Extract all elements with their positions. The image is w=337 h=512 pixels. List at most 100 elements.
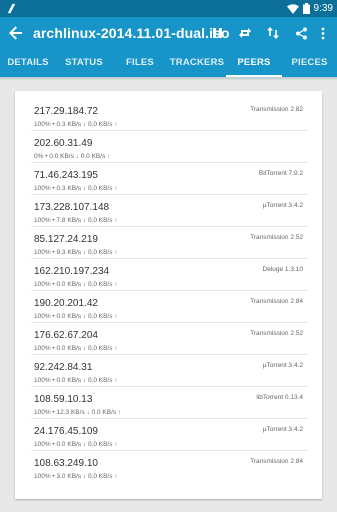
- peer-row[interactable]: 162.210.197.234 100% • 0.0 KB/s ↓ 0.0 KB…: [31, 259, 307, 291]
- peer-download: 0.3 KB/s: [56, 121, 82, 128]
- peer-upload: 0.0 KB/s: [87, 441, 113, 448]
- peer-download: 7.8 KB/s: [56, 217, 82, 224]
- peers-card: 217.29.184.72 100% • 0.3 KB/s ↓ 0.0 KB/s…: [15, 91, 322, 499]
- peer-row[interactable]: 108.59.10.13 100% • 12.3 KB/s ↓ 0.0 KB/s…: [31, 387, 307, 419]
- tab-trackers[interactable]: TRACKERS: [168, 49, 226, 77]
- peer-client: Deluge 1.3.10: [262, 266, 303, 273]
- peer-progress: 0%: [34, 153, 44, 160]
- tab-peers[interactable]: PEERS: [226, 49, 282, 77]
- peer-upload: 0.0 KB/s: [87, 313, 113, 320]
- peer-row[interactable]: 217.29.184.72 100% • 0.3 KB/s ↓ 0.0 KB/s…: [31, 99, 307, 131]
- peer-stats: 100% • 0.0 KB/s ↓ 0.0 KB/s ↑: [34, 313, 118, 320]
- peer-progress: 100%: [34, 441, 51, 448]
- peer-ip: 85.127.24.219: [34, 234, 98, 245]
- tab-files[interactable]: FILES: [112, 49, 168, 77]
- peer-progress: 100%: [34, 249, 51, 256]
- peer-progress: 100%: [34, 281, 51, 288]
- peer-client: Transmission 2.52: [250, 234, 303, 241]
- peer-client: µTorrent 3.4.2: [262, 362, 303, 369]
- pause-button[interactable]: [203, 23, 231, 43]
- peer-progress: 100%: [34, 313, 51, 320]
- peer-row[interactable]: 24.176.45.109 100% • 0.0 KB/s ↓ 0.0 KB/s…: [31, 419, 307, 451]
- peer-download: 3.0 KB/s: [56, 473, 82, 480]
- peer-stats: 100% • 0.0 KB/s ↓ 0.0 KB/s ↑: [34, 377, 118, 384]
- peer-stats: 100% • 0.0 KB/s ↓ 0.0 KB/s ↑: [34, 441, 118, 448]
- toolbar-actions: [203, 23, 331, 43]
- peer-row[interactable]: 108.63.249.10 100% • 3.0 KB/s ↓ 0.0 KB/s…: [31, 451, 307, 483]
- peer-stats: 100% • 9.3 KB/s ↓ 0.0 KB/s ↑: [34, 249, 118, 256]
- peer-progress: 100%: [34, 185, 51, 192]
- app-bar: archlinux-2014.11.01-dual.iso: [0, 17, 337, 49]
- peer-stats: 0% • 0.0 KB/s ↓ 0.0 KB/s ↑: [34, 153, 111, 160]
- swap-vert-icon: [267, 27, 279, 39]
- peer-ip: 173.228.107.148: [34, 202, 110, 213]
- peer-row[interactable]: 71.46.243.195 100% • 0.3 KB/s ↓ 0.0 KB/s…: [31, 163, 307, 195]
- peer-download: 0.0 KB/s: [56, 377, 82, 384]
- peer-stats: 100% • 7.8 KB/s ↓ 0.0 KB/s ↑: [34, 217, 118, 224]
- peer-row[interactable]: 92.242.84.31 100% • 0.0 KB/s ↓ 0.0 KB/s …: [31, 355, 307, 387]
- sort-button[interactable]: [259, 23, 287, 43]
- peer-download: 0.0 KB/s: [56, 313, 82, 320]
- tab-details[interactable]: DETAILS: [0, 49, 56, 77]
- peer-stats: 100% • 0.0 KB/s ↓ 0.0 KB/s ↑: [34, 281, 118, 288]
- peer-client: Transmission 2.52: [250, 330, 303, 337]
- peer-ip: 92.242.84.31: [34, 362, 93, 373]
- peer-progress: 100%: [34, 345, 51, 352]
- peer-client: libTorrent 0.13.4: [256, 394, 303, 401]
- more-options-button[interactable]: [315, 23, 331, 43]
- peer-ip: 190.20.201.42: [34, 298, 98, 309]
- peer-stats: 100% • 12.3 KB/s ↓ 0.0 KB/s ↑: [34, 409, 122, 416]
- peer-row[interactable]: 190.20.201.42 100% • 0.0 KB/s ↓ 0.0 KB/s…: [31, 291, 307, 323]
- peer-download: 0.3 KB/s: [56, 185, 82, 192]
- peer-progress: 100%: [34, 473, 51, 480]
- peer-download: 0.0 KB/s: [56, 281, 82, 288]
- peer-ip: 108.59.10.13: [34, 394, 93, 405]
- tab-status[interactable]: STATUS: [56, 49, 112, 77]
- peer-upload: 0.0 KB/s: [87, 249, 113, 256]
- peer-stats: 100% • 3.0 KB/s ↓ 0.0 KB/s ↑: [34, 473, 118, 480]
- peer-upload: 0.0 KB/s: [87, 121, 113, 128]
- peer-client: µTorrent 3.4.2: [262, 426, 303, 433]
- share-button[interactable]: [287, 23, 315, 43]
- peer-row[interactable]: 202.60.31.49 0% • 0.0 KB/s ↓ 0.0 KB/s ↑: [31, 131, 307, 163]
- notification-icon: [7, 3, 16, 14]
- peer-ip: 108.63.249.10: [34, 458, 98, 469]
- status-bar: 9:39: [0, 0, 337, 17]
- peer-upload: 0.0 KB/s: [87, 345, 113, 352]
- peer-row[interactable]: 176.62.67.204 100% • 0.0 KB/s ↓ 0.0 KB/s…: [31, 323, 307, 355]
- page-title: archlinux-2014.11.01-dual.iso: [33, 25, 230, 41]
- peer-progress: 100%: [34, 409, 51, 416]
- peer-ip: 24.176.45.109: [34, 426, 98, 437]
- peer-download: 12.3 KB/s: [56, 409, 85, 416]
- peer-upload: 0.0 KB/s: [91, 409, 117, 416]
- back-arrow-icon[interactable]: [8, 25, 24, 41]
- status-bar-right: 9:39: [286, 2, 333, 15]
- peer-download: 0.0 KB/s: [49, 153, 74, 160]
- share-icon: [295, 27, 307, 39]
- peer-upload: 0.0 KB/s: [87, 217, 113, 224]
- peer-client: µTorrent 3.4.2: [262, 202, 303, 209]
- tab-pieces[interactable]: PIECES: [282, 49, 337, 77]
- battery-icon: [302, 3, 310, 14]
- tab-bar: DETAILS STATUS FILES TRACKERS PEERS PIEC…: [0, 49, 337, 77]
- peer-upload: 0.0 KB/s: [80, 153, 106, 160]
- peer-row[interactable]: 85.127.24.219 100% • 9.3 KB/s ↓ 0.0 KB/s…: [31, 227, 307, 259]
- peer-upload: 0.0 KB/s: [87, 473, 113, 480]
- peer-upload: 0.0 KB/s: [87, 377, 113, 384]
- peer-upload: 0.0 KB/s: [87, 281, 113, 288]
- peer-ip: 202.60.31.49: [34, 138, 93, 149]
- peer-download: 0.0 KB/s: [56, 345, 82, 352]
- recheck-button[interactable]: [231, 23, 259, 43]
- toolbar-shadow: [0, 77, 337, 81]
- peer-client: Transmission 2.84: [250, 458, 303, 465]
- peer-stats: 100% • 0.3 KB/s ↓ 0.0 KB/s ↑: [34, 185, 118, 192]
- peer-ip: 162.210.197.234: [34, 266, 110, 277]
- status-time: 9:39: [313, 3, 333, 14]
- peer-download: 9.3 KB/s: [56, 249, 82, 256]
- peer-stats: 100% • 0.0 KB/s ↓ 0.0 KB/s ↑: [34, 345, 118, 352]
- peer-progress: 100%: [34, 121, 51, 128]
- peer-stats: 100% • 0.3 KB/s ↓ 0.0 KB/s ↑: [34, 121, 118, 128]
- peer-row[interactable]: 173.228.107.148 100% • 7.8 KB/s ↓ 0.0 KB…: [31, 195, 307, 227]
- repeat-icon: [239, 28, 251, 38]
- peer-ip: 217.29.184.72: [34, 106, 98, 117]
